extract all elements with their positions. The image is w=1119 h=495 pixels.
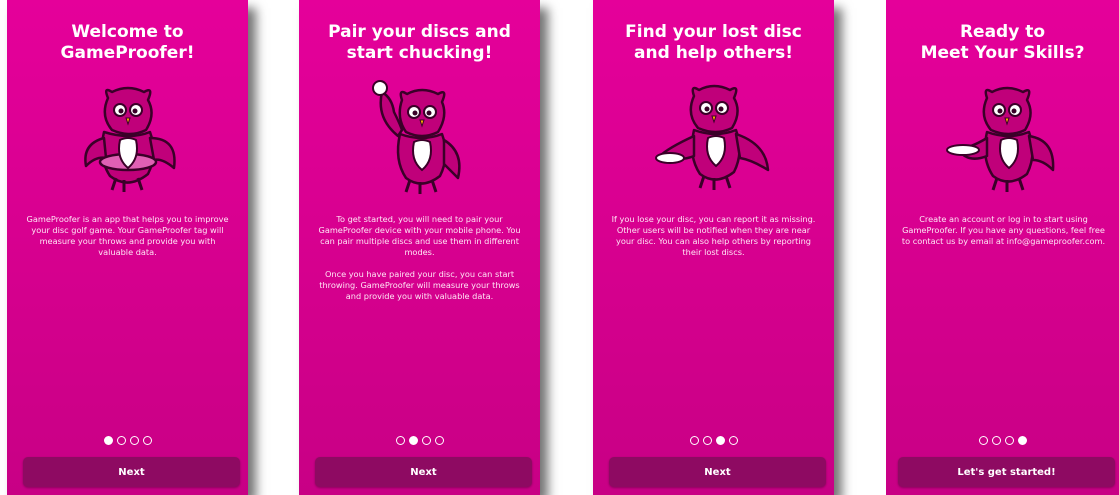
screen-title: Ready to Meet Your Skills?	[920, 22, 1085, 63]
owl-mascot-icon	[83, 86, 176, 192]
next-button[interactable]: Next	[23, 457, 240, 487]
screen-title: Pair your discs and start chucking!	[328, 22, 511, 63]
page-dot[interactable]	[728, 436, 738, 445]
onboarding-screen-ready: Ready to Meet Your Skills? Create an acc…	[886, 0, 1119, 495]
page-dot[interactable]	[715, 436, 725, 445]
onboarding-screen-pair: Pair your discs and start chucking! To g…	[299, 0, 540, 495]
page-dot[interactable]	[116, 436, 126, 445]
page-dot[interactable]	[395, 436, 405, 445]
page-indicator	[7, 430, 248, 449]
page-dot[interactable]	[1017, 436, 1027, 445]
page-dot[interactable]	[408, 436, 418, 445]
page-indicator	[886, 430, 1119, 449]
page-indicator	[593, 430, 834, 449]
page-dot[interactable]	[103, 436, 113, 445]
page-dot[interactable]	[142, 436, 152, 445]
screen-description: GameProofer is an app that helps you to …	[26, 214, 229, 257]
onboarding-screen-lost-disc: Find your lost disc and help others! If …	[593, 0, 834, 495]
owl-mascot-icon	[654, 84, 769, 190]
next-button[interactable]: Next	[609, 457, 826, 487]
page-dot[interactable]	[689, 436, 699, 445]
screen-title: Welcome to GameProofer!	[60, 22, 195, 63]
screen-description: To get started, you will need to pair yo…	[318, 214, 521, 301]
next-button[interactable]: Next	[315, 457, 532, 487]
page-dot[interactable]	[1004, 436, 1014, 445]
page-indicator	[299, 430, 540, 449]
get-started-button[interactable]: Let's get started!	[898, 457, 1115, 487]
page-dot[interactable]	[978, 436, 988, 445]
owl-mascot-icon	[371, 80, 461, 194]
page-dot[interactable]	[421, 436, 431, 445]
page-dot[interactable]	[434, 436, 444, 445]
page-dot[interactable]	[129, 436, 139, 445]
onboarding-screen-welcome: Welcome to GameProofer! GameProofer is a…	[7, 0, 248, 495]
page-dot[interactable]	[991, 436, 1001, 445]
page-dot[interactable]	[702, 436, 712, 445]
owl-mascot-icon	[945, 86, 1054, 192]
screen-description: Create an account or log in to start usi…	[901, 214, 1106, 246]
screen-description: If you lose your disc, you can report it…	[611, 214, 816, 257]
screen-title: Find your lost disc and help others!	[625, 22, 802, 63]
